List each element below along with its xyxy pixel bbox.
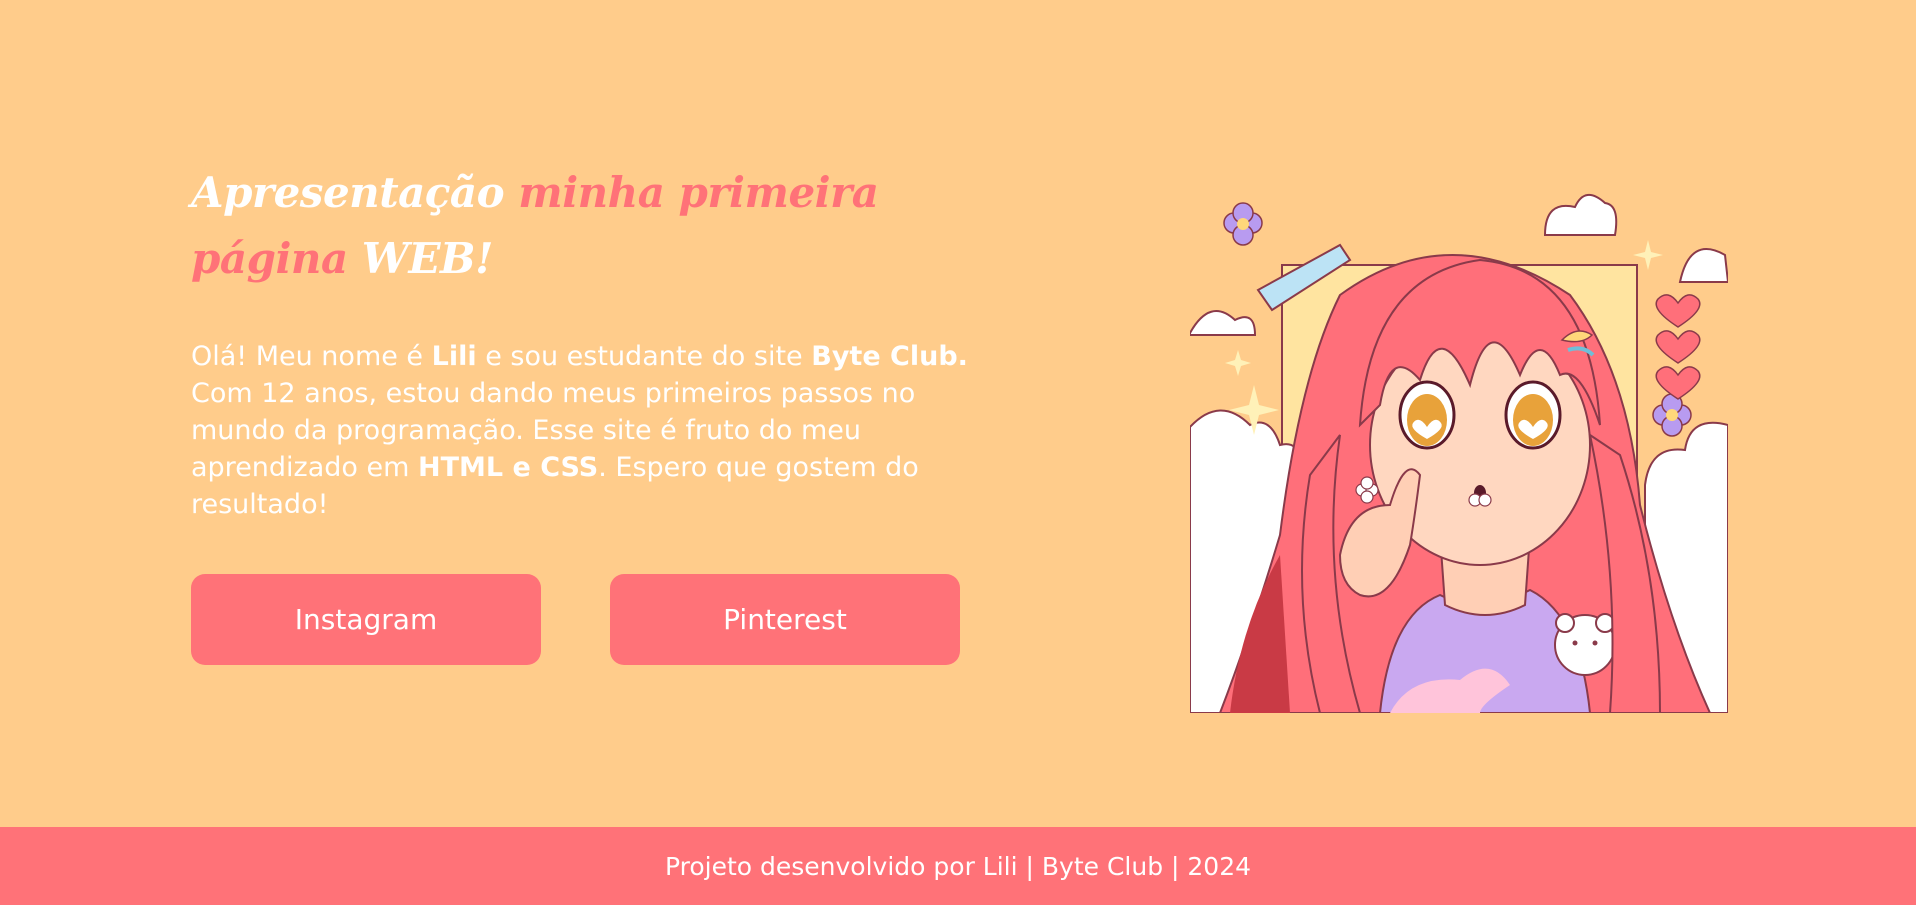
title-part-pagina: página (191, 234, 348, 283)
title-part-web: WEB! (361, 234, 494, 283)
profile-illustration (1190, 175, 1728, 713)
main-section: Apresentação minha primeira página WEB! O… (0, 0, 1916, 827)
intro-text-1: Olá! Meu nome é (191, 341, 432, 372)
intro-paragraph: Olá! Meu nome é Lili e sou estudante do … (191, 338, 971, 523)
footer-text: Projeto desenvolvido por Lili | Byte Clu… (664, 851, 1252, 881)
intro-name: Lili (431, 341, 477, 372)
social-links: Instagram Pinterest (191, 574, 960, 665)
pinterest-button[interactable]: Pinterest (610, 574, 960, 665)
instagram-button[interactable]: Instagram (191, 574, 541, 665)
intro-column: Apresentação minha primeira página WEB! O… (191, 160, 991, 665)
intro-text-2: e sou estudante do site (476, 341, 812, 372)
title-part-minha-primeira: minha primeira (518, 168, 879, 217)
site-footer: Projeto desenvolvido por Lili | Byte Clu… (0, 827, 1916, 905)
page-title: Apresentação minha primeira página WEB! (191, 160, 991, 292)
title-part-apresentacao: Apresentação (191, 168, 505, 217)
intro-site: Byte Club. (811, 341, 968, 372)
intro-tech: HTML e CSS (418, 452, 599, 483)
